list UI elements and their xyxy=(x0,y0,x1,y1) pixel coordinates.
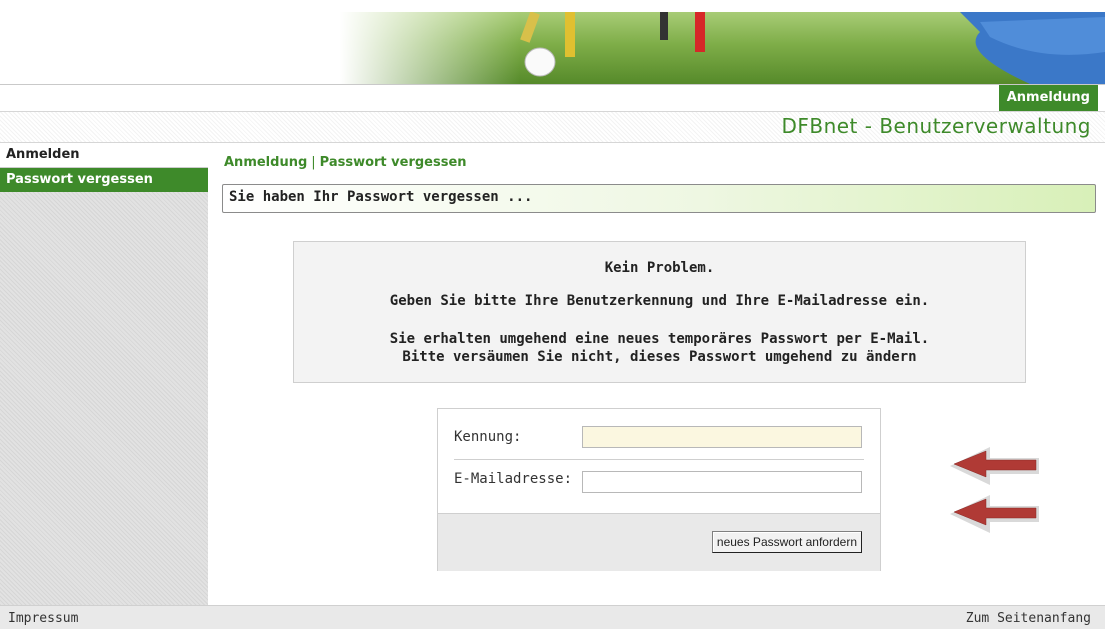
app-title: DFBnet - Benutzerverwaltung xyxy=(781,114,1091,138)
email-input[interactable] xyxy=(582,471,862,493)
footer: Impressum Zum Seitenanfang xyxy=(0,605,1105,629)
breadcrumb: Anmeldung | Passwort vergessen xyxy=(224,155,467,170)
main-content: Anmeldung | Passwort vergessen Sie haben I… xyxy=(208,143,1105,605)
section-title: Sie haben Ihr Passwort vergessen ... xyxy=(229,189,533,205)
section-header: Sie haben Ihr Passwort vergessen ... xyxy=(222,184,1096,213)
tab-anmeldung[interactable]: Anmeldung xyxy=(998,85,1098,111)
request-password-button[interactable]: neues Passwort anfordern xyxy=(711,531,862,553)
breadcrumb-item-anmeldung[interactable]: Anmeldung xyxy=(224,155,307,170)
info-heading: Kein Problem. xyxy=(604,260,715,276)
info-instruction: Geben Sie bitte Ihre Benutzerkennung und… xyxy=(389,293,930,309)
sidebar: Anmelden Passwort vergessen xyxy=(0,143,208,605)
kennung-label: Kennung: xyxy=(454,429,522,445)
info-notice-line1: Sie erhalten umgehend eine neues temporä… xyxy=(389,331,930,347)
info-box: Kein Problem. Geben Sie bitte Ihre Benut… xyxy=(293,241,1026,383)
title-bar: DFBnet - Benutzerverwaltung xyxy=(0,112,1105,143)
breadcrumb-item-passwort-vergessen[interactable]: Passwort vergessen xyxy=(320,155,467,170)
email-label: E-Mailadresse: xyxy=(454,471,573,487)
info-notice-line2: Bitte versäumen Sie nicht, dieses Passwo… xyxy=(402,349,917,365)
kennung-input[interactable] xyxy=(582,426,862,448)
banner-image xyxy=(340,12,1105,84)
breadcrumb-separator: | xyxy=(311,155,316,170)
header-banner xyxy=(0,0,1105,85)
sidebar-item-anmelden[interactable]: Anmelden xyxy=(0,143,208,168)
left-arrow-icon xyxy=(950,495,1039,533)
form-divider xyxy=(454,459,864,460)
top-navigation: Anmeldung xyxy=(0,85,1105,112)
form-footer: neues Passwort anfordern xyxy=(438,513,880,571)
left-arrow-icon xyxy=(950,447,1039,485)
impressum-link[interactable]: Impressum xyxy=(8,611,78,626)
password-reset-form: Kennung: E-Mailadresse: neues Passwort a… xyxy=(437,408,881,571)
sidebar-item-passwort-vergessen[interactable]: Passwort vergessen xyxy=(0,168,208,192)
back-to-top-link[interactable]: Zum Seitenanfang xyxy=(966,611,1091,626)
